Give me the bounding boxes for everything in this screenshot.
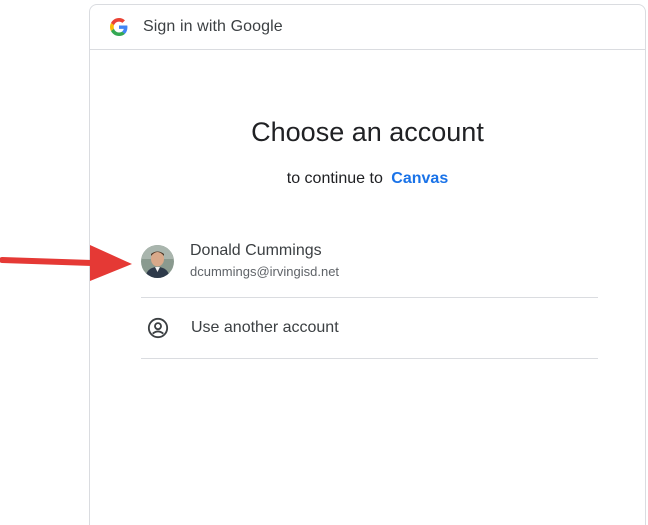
card-header: Sign in with Google xyxy=(90,5,645,50)
account-name: Donald Cummings xyxy=(190,242,322,259)
account-circle-icon xyxy=(147,317,169,339)
app-name-link[interactable]: Canvas xyxy=(391,170,448,187)
account-text: Donald Cummings dcummings@irvingisd.net xyxy=(190,241,339,281)
avatar xyxy=(141,244,174,278)
header-title: Sign in with Google xyxy=(143,18,283,35)
red-arrow-annotation xyxy=(0,245,132,281)
account-list: Donald Cummings dcummings@irvingisd.net … xyxy=(141,231,598,359)
account-email: dcummings@irvingisd.net xyxy=(190,264,340,279)
google-g-icon xyxy=(110,18,128,36)
subheading: to continue to Canvas xyxy=(90,170,645,188)
use-another-account-button[interactable]: Use another account xyxy=(141,298,598,359)
subheading-prefix: to continue to xyxy=(286,170,383,187)
account-item-donald-cummings[interactable]: Donald Cummings dcummings@irvingisd.net xyxy=(141,231,598,298)
page: Sign in with Google Choose an account to… xyxy=(0,0,648,525)
page-title: Choose an account xyxy=(251,117,484,147)
sign-in-card: Sign in with Google Choose an account to… xyxy=(89,4,646,525)
use-another-account-label: Use another account xyxy=(191,319,339,336)
